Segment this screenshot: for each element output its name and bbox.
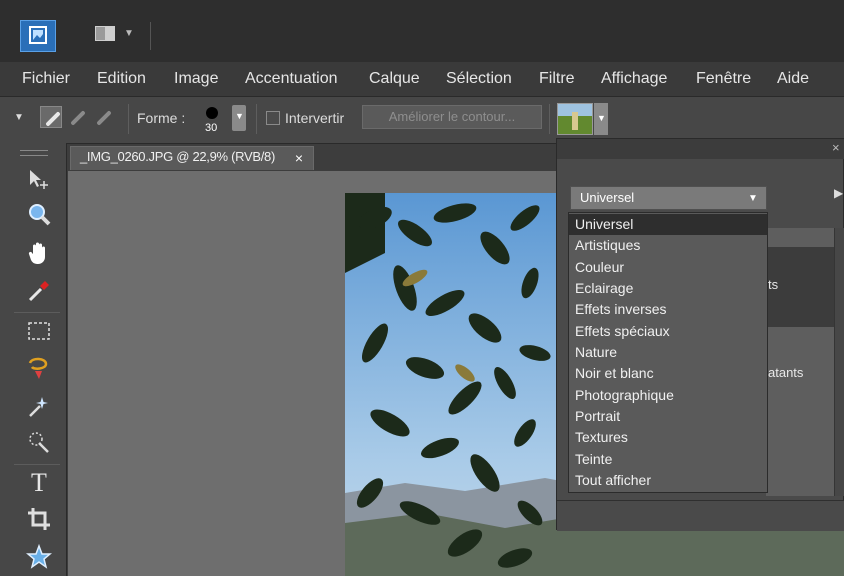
menu-affichage[interactable]: Affichage xyxy=(601,70,667,88)
shape-icon[interactable] xyxy=(25,543,53,570)
menu-image[interactable]: Image xyxy=(174,70,218,88)
category-option[interactable]: Textures xyxy=(569,427,767,448)
divider xyxy=(256,104,257,134)
category-select-value: Universel xyxy=(580,190,635,205)
brush-icon[interactable] xyxy=(40,106,62,128)
category-option[interactable]: Teinte xyxy=(569,449,767,470)
chevron-down-icon[interactable]: ▼ xyxy=(124,28,134,39)
panel-header[interactable] xyxy=(557,139,844,159)
toolbox-grip[interactable] xyxy=(20,150,48,156)
category-option[interactable]: Noir et blanc xyxy=(569,363,767,384)
close-icon[interactable]: × xyxy=(832,140,840,155)
crop-icon[interactable] xyxy=(26,506,52,532)
marquee-icon[interactable] xyxy=(26,318,52,344)
hand-icon[interactable] xyxy=(26,240,52,266)
category-option[interactable]: Eclairage xyxy=(569,278,767,299)
chevron-down-icon: ▼ xyxy=(597,113,606,123)
brush-size-value: 30 xyxy=(205,122,218,134)
menu-fenetre[interactable]: Fenêtre xyxy=(696,70,751,88)
invert-label: Intervertir xyxy=(285,110,345,126)
quick-selection-icon[interactable] xyxy=(26,430,52,456)
category-option[interactable]: Photographique xyxy=(569,385,767,406)
effects-list-item[interactable]: atants xyxy=(768,365,803,380)
app-icon[interactable] xyxy=(20,20,56,52)
brush-size-dropdown[interactable]: ▼ xyxy=(232,105,246,131)
divider xyxy=(549,104,550,134)
menu-aide[interactable]: Aide xyxy=(777,70,809,88)
brush-add-icon[interactable] xyxy=(66,106,88,128)
menu-fichier[interactable]: Fichier xyxy=(22,70,70,88)
zoom-icon[interactable] xyxy=(26,202,52,228)
category-option[interactable]: Universel xyxy=(569,214,767,235)
effect-dropdown-button[interactable]: ▼ xyxy=(594,103,608,135)
effect-preview-thumbnail[interactable] xyxy=(557,103,593,135)
document-tab-label: _IMG_0260.JPG @ 22,9% (RVB/8) xyxy=(80,149,276,164)
divider xyxy=(14,312,60,313)
category-option[interactable]: Effets spéciaux xyxy=(569,321,767,342)
panel-scrollbar[interactable] xyxy=(834,228,844,496)
layout-icon[interactable] xyxy=(95,26,119,44)
divider xyxy=(128,104,129,134)
close-icon[interactable]: × xyxy=(291,150,307,166)
brush-tip-icon xyxy=(206,107,218,119)
category-option[interactable]: Couleur xyxy=(569,257,767,278)
move-tool-icon[interactable] xyxy=(26,167,52,193)
invert-checkbox[interactable] xyxy=(266,111,280,125)
panel-footer xyxy=(557,500,844,531)
category-option[interactable]: Artistiques xyxy=(569,235,767,256)
divider xyxy=(150,22,151,50)
text-icon[interactable]: T xyxy=(26,470,52,496)
magic-wand-icon[interactable] xyxy=(26,393,52,419)
menu-edition[interactable]: Edition xyxy=(97,70,146,88)
divider xyxy=(14,464,60,465)
menu-accentuation[interactable]: Accentuation xyxy=(245,70,338,88)
chevron-down-icon: ▼ xyxy=(748,193,758,204)
category-option[interactable]: Effets inverses xyxy=(569,299,767,320)
lasso-icon[interactable] xyxy=(26,355,52,381)
panel-menu-icon[interactable]: ▶ xyxy=(834,186,843,200)
menu-calque[interactable]: Calque xyxy=(369,70,420,88)
brush-subtract-icon[interactable] xyxy=(92,106,114,128)
tool-preset-chevron-icon[interactable]: ▼ xyxy=(14,112,24,123)
effects-list-item[interactable]: ts xyxy=(768,277,778,292)
menu-filtre[interactable]: Filtre xyxy=(539,70,575,88)
category-option[interactable]: Tout afficher xyxy=(569,470,767,491)
category-option[interactable]: Portrait xyxy=(569,406,767,427)
eyedropper-icon[interactable] xyxy=(26,278,52,304)
category-option[interactable]: Nature xyxy=(569,342,767,363)
forme-label: Forme : xyxy=(137,110,186,126)
refine-edge-button[interactable]: Améliorer le contour... xyxy=(362,105,542,129)
chevron-down-icon: ▼ xyxy=(235,111,244,121)
menu-selection[interactable]: Sélection xyxy=(446,70,512,88)
